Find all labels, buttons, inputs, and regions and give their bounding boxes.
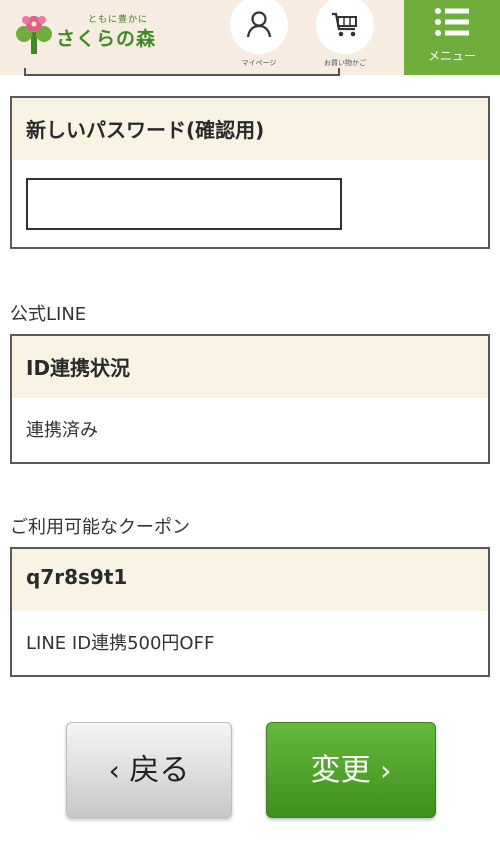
mypage-label: マイページ [241,59,277,67]
coupon-code: q7r8s9t1 [12,549,488,611]
chevron-right-icon: › [380,754,392,787]
password-confirm-input[interactable] [26,178,342,230]
logo-name: さくらの森 [56,28,157,50]
cart-icon [332,12,357,37]
menu-label: メニュー [427,49,476,63]
menu-button[interactable]: メニュー [404,0,500,75]
password-confirm-section: 新しいパスワード(確認用) [10,96,490,249]
site-header: ともに豊かに さくらの森 マイページ お買い物かご メニュー [0,0,500,75]
back-button[interactable]: ‹ 戻る [66,722,232,818]
change-button-label: 変更 [310,753,371,788]
change-button[interactable]: 変更 › [266,722,436,818]
site-logo[interactable]: ともに豊かに さくらの森 [10,8,170,58]
back-button-label: 戻る [129,753,190,788]
cart-label: お買い物かご [324,59,366,67]
line-section-label: 公式LINE [10,304,87,325]
line-link-status: 連携済み [26,420,98,441]
line-link-section: ID連携状況 連携済み [10,334,490,464]
coupon-section: q7r8s9t1 LINE ID連携500円OFF [10,547,490,677]
sakura-logo-icon [16,16,52,54]
line-link-header: ID連携状況 [12,336,488,398]
previous-input-edge [24,68,340,76]
chevron-left-icon: ‹ [108,754,120,787]
page: ともに豊かに さくらの森 マイページ お買い物かご メニュー 新しいパスワード(… [0,0,500,850]
user-icon [246,11,272,38]
password-confirm-label: 新しいパスワード(確認用) [12,98,488,160]
mypage-button[interactable]: マイページ [224,0,294,75]
hamburger-menu-icon [435,8,469,36]
cart-button[interactable]: お買い物かご [310,0,380,75]
coupon-description: LINE ID連携500円OFF [26,633,215,654]
coupon-section-label: ご利用可能なクーポン [10,517,190,538]
